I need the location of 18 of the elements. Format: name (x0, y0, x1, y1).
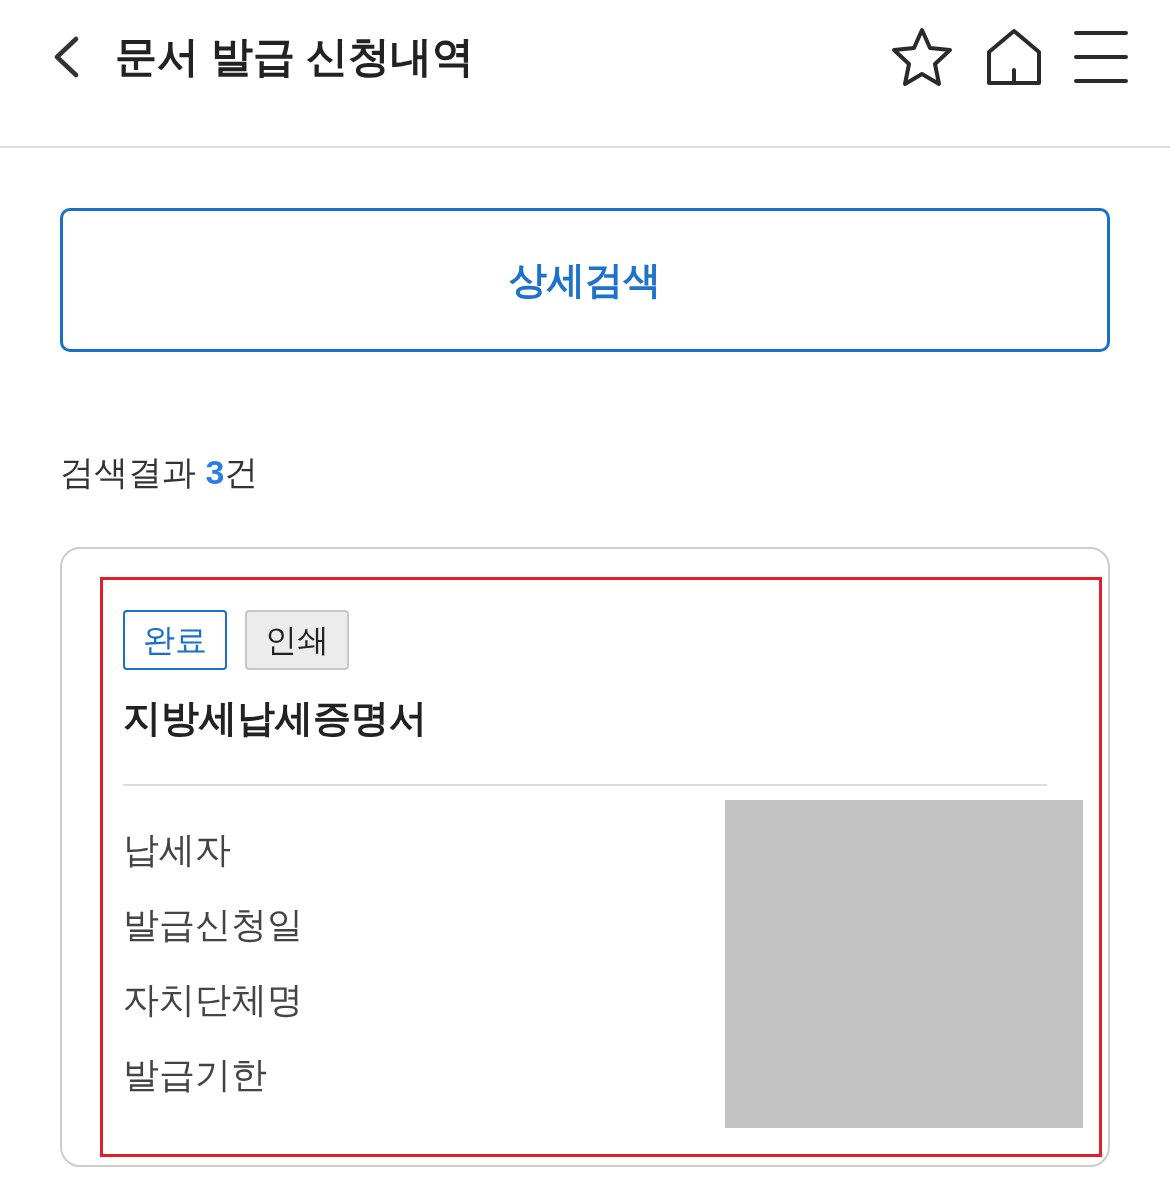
detail-search-button[interactable]: 상세검색 (60, 208, 1110, 352)
status-badge: 완료 (123, 610, 227, 670)
result-card[interactable]: 완료 인쇄 지방세납세증명서 납세자 발급신청일 자치단체명 발급기한 (60, 547, 1110, 1167)
field-label: 발급기한 (123, 1052, 267, 1097)
field-label: 자치단체명 (123, 977, 303, 1022)
star-icon (890, 27, 954, 87)
result-count-text: 검색결과 3건 (60, 452, 260, 492)
favorite-button[interactable] (890, 27, 954, 87)
page-title: 문서 발급 신청내역 (115, 32, 475, 82)
home-icon (986, 28, 1042, 86)
field-label: 발급신청일 (123, 902, 303, 947)
document-title: 지방세납세증명서 (123, 696, 428, 741)
menu-button[interactable] (1074, 30, 1128, 84)
field-label: 납세자 (123, 827, 231, 872)
home-button[interactable] (986, 28, 1042, 86)
print-button[interactable]: 인쇄 (245, 610, 349, 670)
back-icon (52, 36, 80, 78)
menu-icon (1074, 30, 1128, 84)
